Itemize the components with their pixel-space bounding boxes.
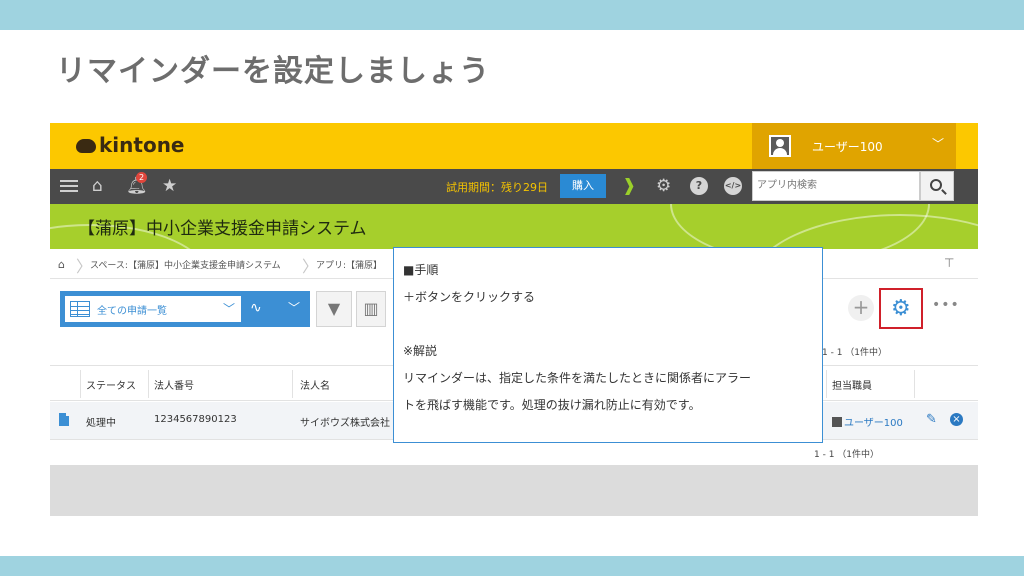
column-staff[interactable]: 担当職員 xyxy=(832,377,872,392)
callout-line: ■手順 xyxy=(403,263,439,277)
callout-line: トを飛ばす機能です。処理の抜け漏れ防止に有効です。 xyxy=(403,398,701,412)
view-name: 全ての申請一覧 xyxy=(97,306,167,317)
graph-button[interactable]: ▥ xyxy=(356,291,386,327)
pin-icon[interactable]: ⊤ xyxy=(944,256,954,270)
kintone-logo-icon xyxy=(76,139,96,153)
kintone-logo-text: kintone xyxy=(99,133,185,157)
chevron-down-icon: ﹀ xyxy=(932,137,945,151)
callout-line xyxy=(403,311,822,338)
app-settings-button[interactable]: ⚙ xyxy=(879,288,923,329)
hamburger-icon[interactable] xyxy=(60,177,78,195)
cell-corp-name: サイボウズ株式会社 xyxy=(300,418,390,429)
home-icon[interactable]: ⌂ xyxy=(92,177,103,195)
user-name: ユーザー100 xyxy=(812,140,883,154)
star-icon[interactable]: ★ xyxy=(162,177,177,195)
breadcrumb-app[interactable]: アプリ:【蒲原】 xyxy=(316,258,382,271)
bottom-band xyxy=(0,556,1024,576)
more-icon[interactable]: ••• xyxy=(932,297,960,313)
instruction-callout: ■手順 ＋ボタンをクリックする ※解説 リマインダーは、指定した条件を満たしたと… xyxy=(393,247,823,443)
filter-icon: ▼ xyxy=(327,299,341,318)
callout-line: ＋ボタンをクリックする xyxy=(403,290,536,304)
filter-button[interactable]: ▼ xyxy=(316,291,352,327)
column-status[interactable]: ステータス xyxy=(86,377,136,392)
app-header: 【蒲原】中小企業支援金申請システム xyxy=(50,204,978,249)
help-icon[interactable]: ? xyxy=(690,177,708,195)
home-icon[interactable]: ⌂ xyxy=(58,258,65,271)
graph-icon[interactable]: ∿ xyxy=(250,300,262,316)
search-button[interactable] xyxy=(920,171,954,201)
add-icon: + xyxy=(852,295,870,319)
chevron-down-icon: ﹀ xyxy=(223,302,236,316)
add-record-button[interactable]: + xyxy=(848,295,874,321)
record-count-top: 1 - 1 （1件中） xyxy=(822,348,888,358)
app-search-input[interactable] xyxy=(753,172,913,198)
user-menu[interactable]: ユーザー100 ﹀ xyxy=(752,123,956,169)
nav-bar: ⌂ 🔔︎ 2 ★ 試用期間：残り29日 購入 ❱ ⚙ ? </> xyxy=(50,169,978,204)
beginner-icon[interactable]: ❱ xyxy=(622,177,636,195)
callout-line: ※解説 xyxy=(403,344,438,358)
notification-badge: 2 xyxy=(136,172,147,183)
avatar xyxy=(769,135,791,157)
buy-button[interactable]: 購入 xyxy=(560,174,606,198)
slide-title: リマインダーを設定しましょう xyxy=(56,54,490,89)
api-icon[interactable]: </> xyxy=(724,177,742,195)
delete-icon[interactable]: × xyxy=(950,413,963,426)
search-icon xyxy=(930,179,942,191)
footer-area xyxy=(50,465,978,516)
gear-icon: ⚙ xyxy=(891,296,911,321)
view-dropdown[interactable]: 全ての申請一覧 ﹀ xyxy=(65,296,241,322)
breadcrumb-space[interactable]: スペース:【蒲原】中小企業支援金申請システム xyxy=(90,258,281,271)
cell-status: 処理中 xyxy=(86,418,116,429)
callout-line: リマインダーは、指定した条件を満たしたときに関係者にアラー xyxy=(403,371,752,385)
view-selector[interactable]: 全ての申請一覧 ﹀ ∿ ﹀ xyxy=(60,291,310,327)
top-band xyxy=(0,0,1024,30)
kintone-logo[interactable]: kintone xyxy=(76,133,185,157)
column-corp-name[interactable]: 法人名 xyxy=(300,377,330,392)
logo-bar: kintone ユーザー100 ﹀ xyxy=(50,123,978,169)
edit-icon[interactable]: ✎ xyxy=(926,412,937,427)
document-icon[interactable] xyxy=(59,413,69,426)
chevron-down-icon[interactable]: ﹀ xyxy=(288,299,300,316)
bar-chart-icon: ▥ xyxy=(363,299,379,318)
record-count-bottom: 1 - 1 （1件中） xyxy=(814,450,880,460)
column-corp-number[interactable]: 法人番号 xyxy=(154,377,194,392)
app-title: 【蒲原】中小企業支援金申請システム xyxy=(78,219,367,239)
user-icon xyxy=(832,417,842,427)
trial-status: 試用期間：残り29日 xyxy=(446,181,548,194)
list-view-icon xyxy=(70,301,90,317)
cell-corp-number: 1234567890123 xyxy=(154,414,237,425)
app-search-field[interactable] xyxy=(752,171,920,201)
gear-icon[interactable]: ⚙ xyxy=(656,177,671,195)
cell-staff[interactable]: ユーザー100 xyxy=(832,414,903,429)
